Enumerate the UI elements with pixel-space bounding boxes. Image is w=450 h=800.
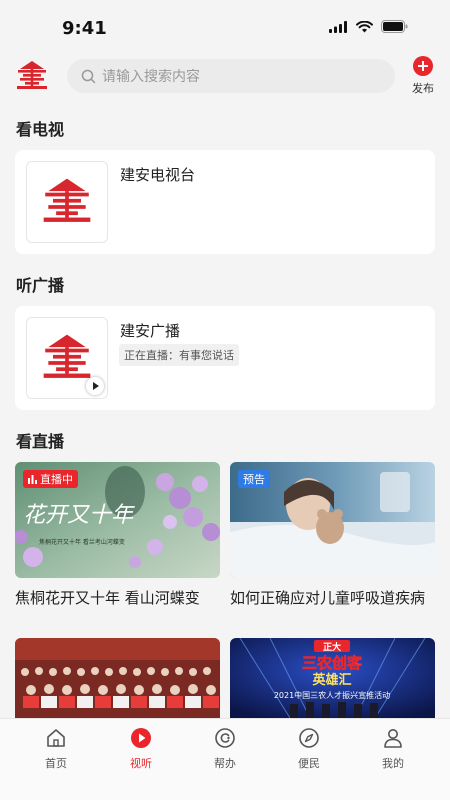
tab-help[interactable]: 帮办	[195, 727, 255, 771]
station-logo-icon	[43, 178, 91, 222]
play-icon[interactable]	[86, 377, 104, 395]
compass-icon	[299, 728, 319, 748]
wifi-icon	[356, 20, 373, 32]
tv-station-card[interactable]: 建安电视台	[15, 150, 435, 254]
tab-services-label: 便民	[298, 757, 320, 770]
poster-brand-text: 正大	[323, 641, 341, 653]
search-icon	[81, 69, 96, 83]
live-item-title[interactable]: 焦桐花开又十年 看山河蝶变	[15, 587, 200, 608]
poster-title-sub-text: 英雄汇	[311, 672, 351, 688]
event-poster-image: 正大 三农创客 英雄汇 2021中国三农人才振兴宣推活动	[230, 638, 435, 718]
section-title-live: 看直播	[16, 432, 65, 451]
tab-audio-video[interactable]: 视听	[111, 727, 171, 771]
publish-button[interactable]: 发布	[408, 56, 438, 96]
live-badge: 直播中	[23, 470, 78, 488]
bottom-tab-bar: 首页 视听 帮办 便民 我的	[0, 718, 450, 800]
live-item-title[interactable]: 如何正确应对儿童呼吸道疾病	[230, 587, 425, 608]
tab-help-label: 帮办	[214, 757, 236, 770]
preview-badge-label: 预告	[243, 473, 265, 486]
search-input[interactable]: 请输入搜索内容	[102, 66, 200, 86]
tab-profile-label: 我的	[382, 757, 404, 770]
poster-title-text: 花开又十年	[23, 503, 135, 528]
live-badge-label: 直播中	[40, 473, 73, 486]
battery-icon	[381, 20, 408, 33]
station-logo-icon	[43, 334, 91, 378]
user-icon	[384, 729, 402, 748]
tv-station-logo	[26, 161, 108, 243]
help-icon	[215, 728, 235, 748]
play-circle-icon	[131, 728, 151, 748]
tab-home[interactable]: 首页	[26, 727, 86, 771]
status-time: 9:41	[62, 18, 107, 39]
poster-title-text: 三农创客	[302, 654, 363, 672]
live-item-thumbnail[interactable]	[15, 638, 220, 718]
plus-icon	[413, 56, 433, 76]
now-playing-tag: 正在直播：有事您说话	[119, 344, 239, 366]
live-item-thumbnail[interactable]: 正大 三农创客 英雄汇 2021中国三农人才振兴宣推活动	[230, 638, 435, 718]
live-item-thumbnail[interactable]: 花开又十年 焦桐花开又十年 看兰考山河蝶变 直播中	[15, 462, 220, 578]
radio-station-logo	[26, 317, 108, 399]
section-title-radio: 听广播	[16, 276, 65, 295]
live-item-thumbnail[interactable]: 预告	[230, 462, 435, 578]
top-bar: 请输入搜索内容 发布	[0, 56, 450, 96]
signal-icon	[329, 20, 347, 33]
radio-station-name: 建安广播	[120, 322, 181, 340]
app-logo[interactable]	[14, 58, 50, 94]
bar-chart-icon	[28, 474, 37, 484]
poster-subtitle-text: 焦桐花开又十年 看兰考山河蝶变	[39, 538, 125, 546]
status-icons	[329, 20, 408, 33]
publish-label: 发布	[412, 82, 434, 95]
tab-home-label: 首页	[45, 757, 67, 770]
preview-badge: 预告	[238, 470, 270, 488]
tv-station-name: 建安电视台	[120, 166, 196, 184]
tab-profile[interactable]: 我的	[363, 727, 423, 771]
tab-audio-video-label: 视听	[130, 757, 152, 770]
poster-subtitle-text: 2021中国三农人才振兴宣推活动	[274, 690, 390, 700]
home-icon	[47, 729, 65, 747]
radio-station-card[interactable]: 建安广播 正在直播：有事您说话	[15, 306, 435, 410]
section-title-tv: 看电视	[16, 120, 65, 139]
status-bar: 9:41	[0, 0, 450, 56]
tab-services[interactable]: 便民	[279, 727, 339, 771]
audience-poster-image	[15, 638, 220, 718]
search-bar[interactable]: 请输入搜索内容	[67, 59, 395, 93]
